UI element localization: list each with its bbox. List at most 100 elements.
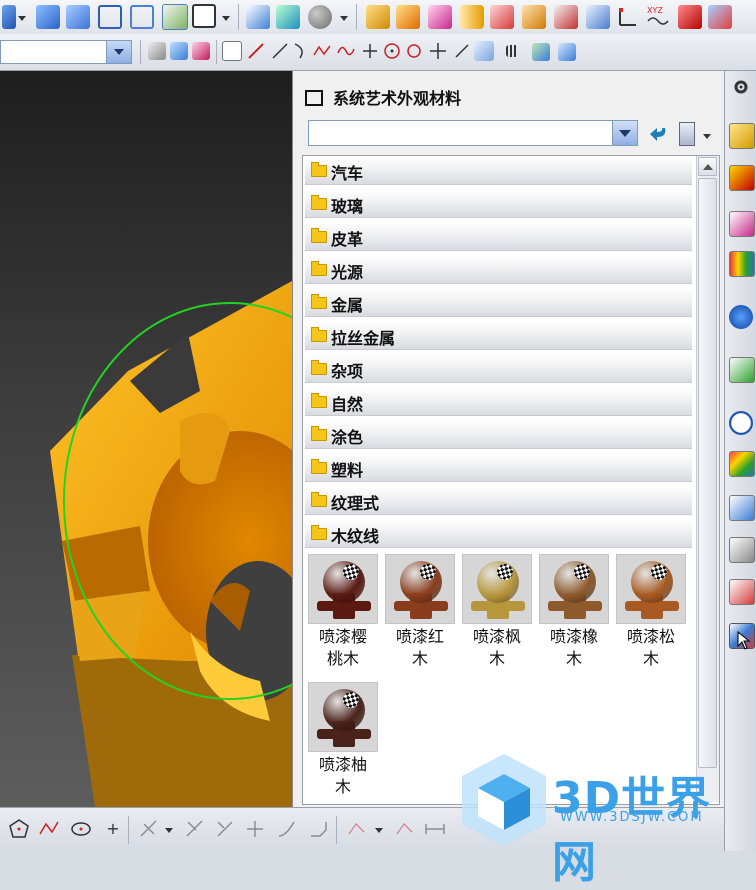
measure-icon[interactable] — [474, 41, 494, 61]
line-2-icon[interactable] — [270, 41, 290, 61]
hidden-lines-cube-icon[interactable] — [130, 5, 154, 29]
polyline-icon[interactable] — [312, 41, 332, 61]
grid-icon[interactable] — [506, 45, 518, 57]
chevron-down-icon[interactable] — [612, 121, 637, 145]
wireframe-cube-icon[interactable] — [98, 5, 122, 29]
category-row[interactable]: 金属 — [305, 288, 692, 317]
material-tree[interactable]: 汽车 玻璃 皮革 光源 金属 拉丝金属 杂项 自然 涂色 塑料 纹理式 木纹线 喷漆樱 桃木 喷漆红木喷漆枫… — [302, 155, 720, 805]
plus-icon[interactable]: + — [102, 818, 124, 840]
info-icon[interactable] — [729, 305, 753, 329]
feature-cube-2-icon[interactable] — [396, 5, 420, 29]
scene-icon[interactable] — [729, 495, 755, 521]
frame-view-icon[interactable] — [192, 4, 216, 28]
paint-icon[interactable] — [532, 43, 550, 61]
category-row[interactable]: 纹理式 — [305, 486, 692, 515]
trim-icon[interactable] — [138, 818, 160, 840]
dropdown-arrow-icon[interactable] — [164, 818, 174, 840]
decals-icon[interactable] — [729, 579, 755, 605]
dropdown-arrow-icon[interactable] — [222, 11, 230, 21]
selection-filter-combo[interactable] — [0, 40, 132, 64]
chamfer-icon[interactable] — [308, 818, 330, 840]
clock-icon[interactable] — [729, 411, 753, 435]
material-swatch[interactable] — [308, 554, 378, 624]
lights-icon[interactable] — [729, 537, 755, 563]
category-row[interactable]: 涂色 — [305, 420, 692, 449]
sphere-icon[interactable] — [308, 5, 332, 29]
dropdown-arrow-icon[interactable] — [374, 818, 384, 840]
offset-icon[interactable] — [346, 818, 368, 840]
graphics-viewport[interactable] — [0, 71, 292, 807]
material-swatch[interactable] — [616, 554, 686, 624]
coordinate-system-icon[interactable] — [616, 5, 640, 29]
library-filter-combo[interactable] — [308, 120, 638, 146]
line-icon[interactable] — [246, 41, 266, 61]
feature-cube-5-icon[interactable] — [554, 5, 578, 29]
cross-icon[interactable] — [360, 41, 380, 61]
delete-feature-icon[interactable] — [522, 5, 546, 29]
dropdown-arrow-icon[interactable] — [18, 11, 26, 21]
scrollbar[interactable] — [696, 156, 719, 802]
plus-icon[interactable] — [428, 41, 448, 61]
view-front-icon[interactable] — [2, 5, 16, 29]
material-swatch[interactable] — [385, 554, 455, 624]
view-icon-2[interactable] — [170, 42, 188, 60]
category-row[interactable]: 木纹线 — [305, 519, 692, 548]
polygon-icon[interactable] — [8, 818, 30, 840]
category-row[interactable]: 皮革 — [305, 222, 692, 251]
slash-icon[interactable] — [452, 41, 472, 61]
category-row[interactable]: 自然 — [305, 387, 692, 416]
extend-icon[interactable] — [184, 818, 206, 840]
chevron-down-icon[interactable] — [106, 41, 131, 63]
circle-icon[interactable] — [404, 41, 424, 61]
circle-center-icon[interactable] — [382, 41, 402, 61]
view-mode-icon[interactable] — [679, 122, 695, 146]
books-icon[interactable] — [729, 251, 755, 277]
category-row[interactable]: 拉丝金属 — [305, 321, 692, 350]
split-icon[interactable] — [244, 818, 266, 840]
view-icon-1[interactable] — [148, 42, 166, 60]
material-swatch[interactable] — [539, 554, 609, 624]
feature-cube-icon[interactable] — [366, 5, 390, 29]
material-swatch[interactable] — [462, 554, 532, 624]
ellipse-icon[interactable] — [70, 818, 92, 840]
feature-cube-4-icon[interactable] — [490, 5, 514, 29]
orient-icon[interactable] — [276, 5, 300, 29]
arc-icon[interactable] — [292, 41, 308, 61]
fillet-icon[interactable] — [276, 818, 298, 840]
studio-render-icon[interactable] — [162, 4, 188, 30]
file-explorer-icon[interactable] — [729, 211, 755, 237]
category-row[interactable]: 杂项 — [305, 354, 692, 383]
shaded-cube-icon[interactable] — [36, 5, 60, 29]
feature-cube-3-icon[interactable] — [428, 5, 452, 29]
shaded-edges-cube-icon[interactable] — [66, 5, 90, 29]
appearance-icon[interactable] — [729, 451, 755, 477]
cut-icon[interactable] — [214, 818, 236, 840]
spline-icon[interactable] — [336, 41, 356, 61]
snap-point-icon[interactable] — [246, 5, 270, 29]
dropdown-arrow-icon[interactable] — [340, 11, 348, 21]
category-row[interactable]: 光源 — [305, 255, 692, 284]
options-gear-icon[interactable] — [729, 75, 753, 99]
view-icon-3[interactable] — [192, 42, 210, 60]
category-row[interactable]: 汽车 — [305, 156, 692, 185]
dropdown-arrow-icon[interactable] — [702, 130, 712, 139]
dimension-icon[interactable] — [424, 818, 446, 840]
design-library-icon[interactable] — [729, 123, 755, 149]
category-row[interactable]: 塑料 — [305, 453, 692, 482]
category-row[interactable]: 玻璃 — [305, 189, 692, 218]
sketch-spline-icon[interactable] — [38, 818, 60, 840]
material-swatch[interactable] — [308, 682, 378, 752]
point-icon[interactable] — [222, 41, 242, 61]
paint-2-icon[interactable] — [558, 43, 576, 61]
blue-cube-icon[interactable] — [708, 5, 732, 29]
wrench-icon[interactable] — [586, 5, 610, 29]
assembly-icon[interactable] — [729, 165, 755, 191]
scroll-thumb[interactable] — [698, 178, 717, 768]
back-arrow-icon[interactable] — [647, 123, 671, 145]
document-icon[interactable] — [729, 357, 755, 383]
cylinder-icon[interactable] — [460, 5, 484, 29]
mirror-icon[interactable] — [394, 818, 416, 840]
red-cube-icon[interactable] — [678, 5, 702, 29]
scroll-up-icon[interactable] — [698, 157, 717, 176]
xyz-icon[interactable]: XYZ — [646, 4, 670, 28]
